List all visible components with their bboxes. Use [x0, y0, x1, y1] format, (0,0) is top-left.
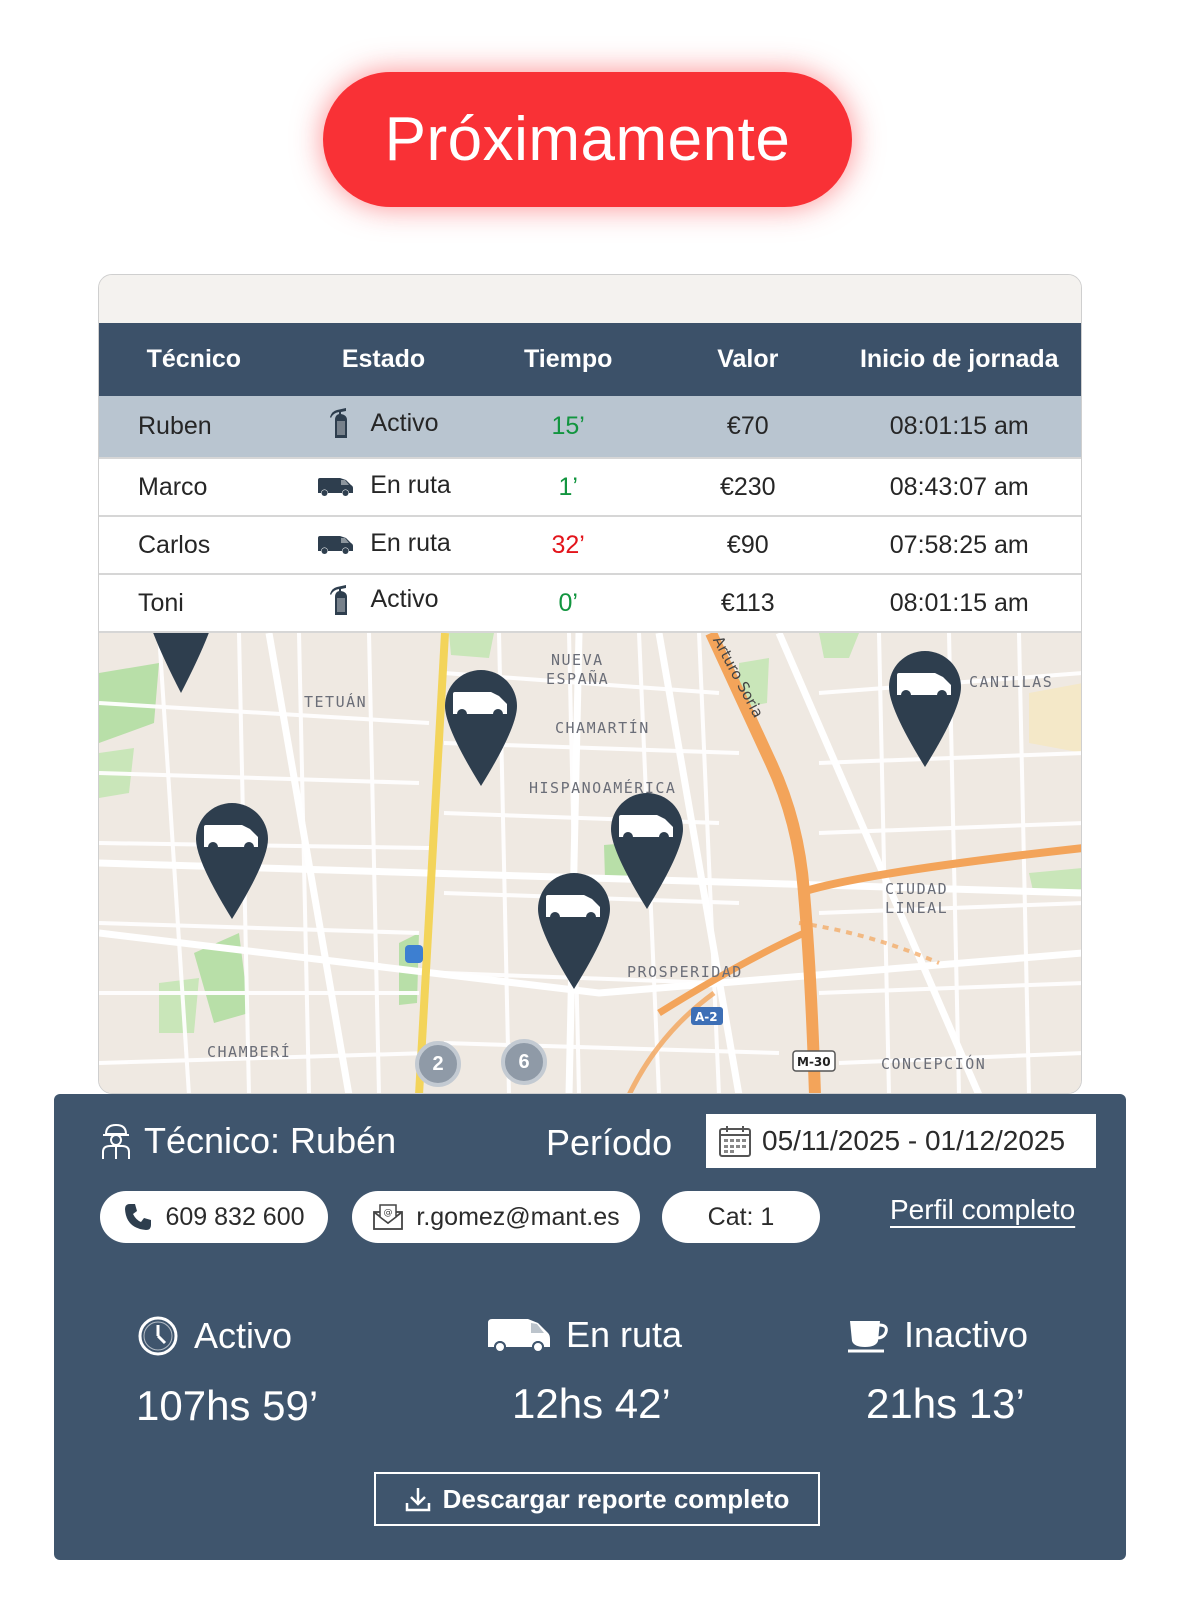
- row-status: Activo: [289, 396, 479, 458]
- svg-text:@: @: [384, 1208, 393, 1218]
- row-time: 1’: [558, 472, 578, 501]
- technician-heading: Técnico: Rubén: [100, 1120, 396, 1162]
- row-name: Toni: [138, 588, 184, 617]
- row-time: 32’: [551, 530, 585, 559]
- map-pin-van[interactable]: [194, 801, 270, 941]
- row-status: En ruta: [289, 458, 479, 516]
- dashboard-card: Técnico Estado Tiempo Valor Inicio de jo…: [98, 274, 1082, 1094]
- worker-icon: [102, 1123, 130, 1159]
- map-label-nueva-espana-line2: ESPAÑA: [546, 670, 610, 688]
- map-cluster[interactable]: 2: [415, 1041, 461, 1087]
- row-time: 0’: [558, 588, 578, 617]
- email-address: r.gomez@mant.es: [416, 1202, 620, 1231]
- period-date-picker[interactable]: 05/11/2025 - 01/12/2025: [706, 1114, 1096, 1168]
- period-label: Período: [546, 1122, 673, 1163]
- download-report-button[interactable]: Descargar reporte completo: [374, 1472, 820, 1526]
- stat-en-route-label: En ruta: [566, 1314, 683, 1355]
- map-label-prosperidad: PROSPERIDAD: [627, 963, 743, 981]
- map-label-ciudad-lineal: CIUDAD: [885, 880, 949, 898]
- column-header-valor[interactable]: Valor: [658, 323, 838, 396]
- map-label-tetuan: TETUÁN: [304, 693, 368, 711]
- phone-number: 609 832 600: [165, 1202, 305, 1231]
- van-icon: [318, 477, 354, 496]
- row-status: Activo: [289, 574, 479, 632]
- row-start: 08:01:15 am: [889, 588, 1029, 617]
- stat-inactive: Inactivo 21hs 13’: [848, 1314, 1028, 1428]
- map-cluster[interactable]: 6: [501, 1039, 547, 1085]
- row-value: €70: [726, 412, 769, 440]
- road-shield-m30: M-30: [797, 1055, 831, 1069]
- row-start: 08:43:07 am: [889, 472, 1029, 501]
- table-header-row: Técnico Estado Tiempo Valor Inicio de jo…: [99, 323, 1081, 396]
- row-status-label: Activo: [370, 585, 439, 613]
- email-icon: @: [373, 1204, 404, 1230]
- map-label-canillas: CANILLAS: [969, 673, 1054, 691]
- row-status-label: En ruta: [370, 529, 451, 558]
- column-header-tecnico[interactable]: Técnico: [99, 323, 289, 396]
- map-pin-van[interactable]: [887, 649, 963, 789]
- stat-active-label: Activo: [194, 1315, 293, 1356]
- map-label-concepcion: CONCEPCIÓN: [881, 1055, 987, 1073]
- van-icon: [318, 535, 354, 554]
- category-pill: Cat: 1: [662, 1191, 820, 1243]
- map-pin-van[interactable]: [143, 633, 219, 703]
- card-top-bar: [99, 275, 1081, 323]
- phone-icon: [125, 1204, 152, 1230]
- table-row[interactable]: Marco En ruta 1’ €230 08:43:07 am: [99, 458, 1081, 516]
- period-date-range: 05/11/2025 - 01/12/2025: [762, 1125, 1066, 1156]
- download-report-label: Descargar reporte completo: [442, 1483, 790, 1514]
- map-pin-van[interactable]: [609, 791, 685, 931]
- stat-en-route-value: 12hs 42’: [512, 1380, 671, 1427]
- map-label-ciudad-lineal-line2: LINEAL: [885, 899, 949, 917]
- technician-summary-panel: Técnico: Rubén Período 05/11/2025 - 01/1…: [54, 1094, 1126, 1560]
- map-label-nueva-espana: NUEVA: [551, 651, 604, 669]
- extinguisher-icon: [330, 408, 348, 438]
- map-pin-van[interactable]: [536, 871, 612, 1011]
- row-time: 15’: [551, 412, 585, 440]
- row-start: 08:01:15 am: [889, 412, 1029, 440]
- row-value: €113: [720, 588, 775, 617]
- coming-soon-badge: Próximamente: [323, 72, 852, 207]
- download-icon: [405, 1488, 430, 1512]
- column-header-tiempo[interactable]: Tiempo: [478, 323, 658, 396]
- map-label-chamberi: CHAMBERÍ: [207, 1043, 292, 1061]
- coffee-cup-icon: [848, 1321, 888, 1353]
- column-header-estado[interactable]: Estado: [289, 323, 479, 396]
- road-shield-a2: A-2: [695, 1010, 718, 1024]
- extinguisher-icon: [330, 584, 348, 615]
- map-label-chamartin: CHAMARTÍN: [555, 719, 650, 737]
- email-pill[interactable]: @ r.gomez@mant.es: [352, 1191, 640, 1243]
- table-row[interactable]: Toni Activo 0’ €113 08:01:15 am: [99, 574, 1081, 632]
- map-pin-van[interactable]: [443, 668, 519, 808]
- technician-name: Técnico: Rubén: [144, 1120, 397, 1161]
- row-start: 07:58:25 am: [889, 530, 1029, 559]
- row-name: Carlos: [138, 530, 211, 559]
- table-row[interactable]: Carlos En ruta 32’ €90 07:58:25 am: [99, 516, 1081, 574]
- row-value: €230: [719, 472, 776, 501]
- row-name: Marco: [138, 472, 208, 501]
- stat-inactive-value: 21hs 13’: [866, 1380, 1025, 1427]
- row-status-label: Activo: [370, 408, 439, 437]
- full-profile-link[interactable]: Perfil completo: [890, 1194, 1075, 1226]
- stat-active-value: 107hs 59’: [136, 1382, 319, 1429]
- phone-pill[interactable]: 609 832 600: [100, 1191, 328, 1243]
- coming-soon-label: Próximamente: [384, 105, 791, 174]
- stat-inactive-label: Inactivo: [904, 1314, 1029, 1355]
- van-icon: [488, 1319, 550, 1353]
- table-row[interactable]: Ruben Activo 15’ €70 08:01:15 am: [99, 396, 1081, 458]
- technicians-table: Técnico Estado Tiempo Valor Inicio de jo…: [99, 323, 1081, 633]
- row-status: En ruta: [289, 516, 479, 574]
- technician-map[interactable]: TETUÁN NUEVA ESPAÑA CHAMARTÍN HISPANOAMÉ…: [99, 633, 1081, 1093]
- stat-active: Activo 107hs 59’: [136, 1314, 318, 1430]
- stat-en-route: En ruta 12hs 42’: [486, 1314, 682, 1428]
- category-label: Cat: 1: [707, 1202, 775, 1231]
- row-name: Ruben: [138, 412, 212, 440]
- calendar-icon: [719, 1126, 751, 1157]
- row-value: €90: [726, 530, 769, 559]
- clock-icon: [138, 1316, 178, 1356]
- column-header-inicio[interactable]: Inicio de jornada: [838, 323, 1081, 396]
- row-status-label: En ruta: [370, 471, 451, 500]
